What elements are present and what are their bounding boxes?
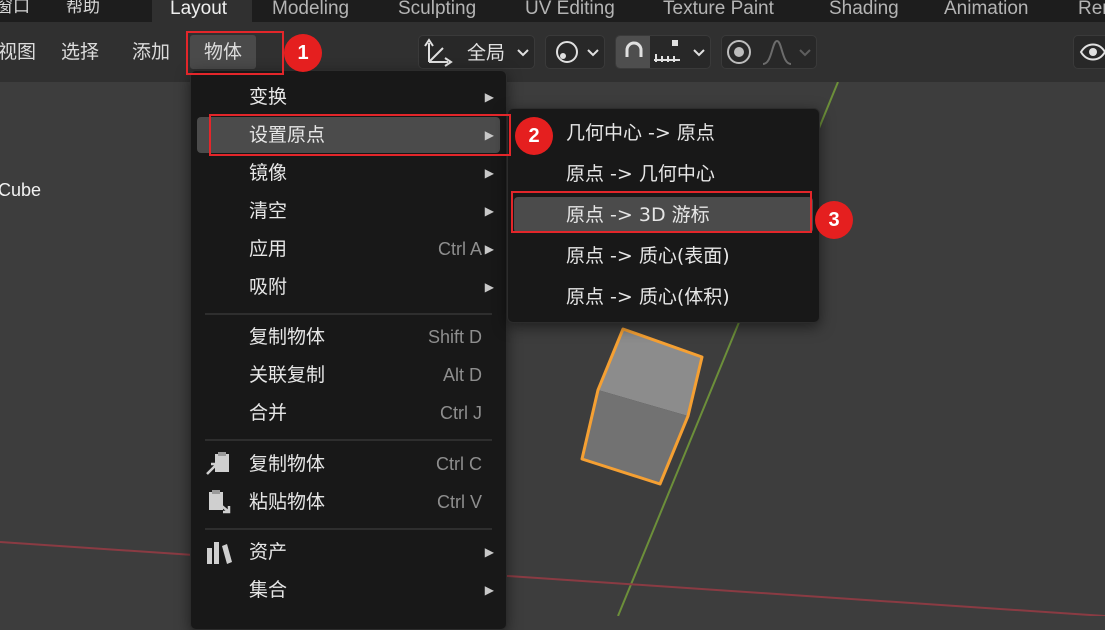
- submenu-arrow-icon: ▶: [484, 166, 494, 180]
- chevron-down-icon: [517, 49, 529, 57]
- menu-separator: [205, 313, 492, 315]
- object-name-label: Cube: [0, 180, 42, 200]
- menu-item-duplicate-linked[interactable]: 关联复制 Alt D: [197, 357, 500, 393]
- menu-item-asset[interactable]: 资产 ▶: [197, 534, 500, 570]
- menu-help[interactable]: 帮助: [66, 0, 100, 19]
- menu-select[interactable]: 选择: [61, 39, 99, 65]
- submenu-arrow-icon: ▶: [484, 583, 494, 597]
- paste-icon: [209, 490, 231, 514]
- chevron-down-icon: [693, 49, 705, 57]
- x-axis-line: [0, 541, 1105, 616]
- pivot-icon: [556, 41, 578, 63]
- tab-modeling[interactable]: Modeling: [254, 0, 367, 22]
- annotation-badge-2: 2: [515, 117, 553, 155]
- transform-axes-icon: [424, 38, 453, 67]
- chevron-down-icon: [799, 49, 811, 57]
- menu-item-join[interactable]: 合并 Ctrl J: [197, 395, 500, 431]
- tab-rendering[interactable]: Ren: [1060, 0, 1105, 22]
- snap-toggle[interactable]: [616, 36, 650, 68]
- shortcut-label: Shift D: [427, 327, 482, 347]
- submenu-arrow-icon: ▶: [484, 90, 494, 104]
- submenu-arrow-icon: ▶: [484, 204, 494, 218]
- transform-orientation-dropdown[interactable]: 全局: [418, 35, 535, 69]
- submenu-item-origin-to-geometry[interactable]: 原点 -> 几何中心: [514, 156, 813, 192]
- menu-item-transform[interactable]: 变换 ▶: [197, 79, 500, 115]
- eye-icon: [1079, 43, 1105, 61]
- workspace-bar: 窗口 帮助 Layout Modeling Sculpting UV Editi…: [0, 0, 1105, 22]
- orientation-label: 全局: [467, 42, 506, 64]
- falloff-curve-icon: [762, 39, 792, 65]
- annotation-box-2: [209, 114, 511, 156]
- menu-separator: [205, 439, 492, 441]
- asset-books-icon: [207, 542, 232, 564]
- submenu-arrow-icon: ▶: [484, 242, 494, 256]
- selected-cube: [580, 327, 704, 486]
- shortcut-label: Ctrl J: [440, 403, 482, 423]
- menu-item-copy-objects[interactable]: 复制物体 Ctrl C: [197, 446, 500, 482]
- annotation-box-3: [511, 191, 812, 233]
- tab-uv-editing[interactable]: UV Editing: [507, 0, 633, 22]
- menu-view[interactable]: 视图: [0, 39, 36, 65]
- shortcut-label: Ctrl V: [437, 492, 482, 512]
- proportional-edit-icon: [727, 40, 751, 64]
- viewport-header: 视图 选择 添加 物体 全局: [0, 22, 1105, 82]
- menu-item-duplicate[interactable]: 复制物体 Shift D: [197, 319, 500, 355]
- snap-increment-icon: [654, 40, 680, 62]
- tab-animation[interactable]: Animation: [926, 0, 1047, 22]
- shortcut-label: Alt D: [442, 365, 482, 385]
- submenu-item-origin-to-surface-center[interactable]: 原点 -> 质心(表面): [514, 238, 813, 274]
- snap-group[interactable]: [615, 35, 711, 69]
- annotation-box-1: [186, 31, 284, 75]
- menu-item-paste-objects[interactable]: 粘贴物体 Ctrl V: [197, 484, 500, 520]
- tab-shading[interactable]: Shading: [811, 0, 917, 22]
- menu-item-clear[interactable]: 清空 ▶: [197, 193, 500, 229]
- tab-texture-paint[interactable]: Texture Paint: [645, 0, 792, 22]
- pivot-point-dropdown[interactable]: [545, 35, 605, 69]
- menu-item-apply[interactable]: 应用 Ctrl A ▶: [197, 231, 500, 267]
- submenu-item-origin-to-volume-center[interactable]: 原点 -> 质心(体积): [514, 279, 813, 315]
- submenu-arrow-icon: ▶: [484, 280, 494, 294]
- menu-item-snap[interactable]: 吸附 ▶: [197, 269, 500, 305]
- shortcut-label: Ctrl A: [437, 239, 482, 259]
- annotation-badge-1: 1: [284, 34, 322, 72]
- shortcut-label: Ctrl C: [436, 454, 482, 474]
- magnet-icon: [625, 41, 643, 57]
- menu-window[interactable]: 窗口: [0, 0, 30, 19]
- annotation-badge-3: 3: [815, 201, 853, 239]
- tab-layout[interactable]: Layout: [152, 0, 252, 22]
- submenu-item-geometry-to-origin[interactable]: 几何中心 -> 原点: [514, 115, 813, 151]
- submenu-arrow-icon: ▶: [484, 545, 494, 559]
- chevron-down-icon: [587, 49, 599, 57]
- menu-item-mirror[interactable]: 镜像 ▶: [197, 155, 500, 191]
- proportional-edit-group[interactable]: [721, 35, 817, 69]
- menu-add[interactable]: 添加: [132, 39, 170, 65]
- menu-item-collection[interactable]: 集合 ▶: [197, 572, 500, 608]
- tab-sculpting[interactable]: Sculpting: [380, 0, 494, 22]
- menu-separator: [205, 528, 492, 530]
- visibility-dropdown[interactable]: [1073, 35, 1105, 69]
- copy-icon: [206, 452, 229, 475]
